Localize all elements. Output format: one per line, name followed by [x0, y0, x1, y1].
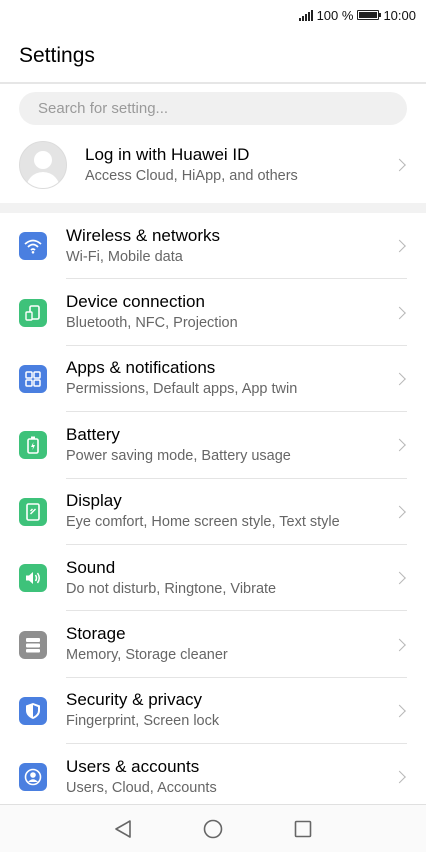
speaker-icon: [19, 564, 47, 593]
search-input[interactable]: [19, 92, 407, 125]
avatar-icon: [19, 141, 67, 189]
apps-grid-icon: [19, 364, 47, 393]
storage-icon: [19, 630, 47, 659]
settings-item-security-privacy[interactable]: Security & privacy Fingerprint, Screen l…: [0, 678, 426, 745]
settings-list: Wireless & networks Wi-Fi, Mobile data D…: [0, 213, 426, 811]
item-title: Users & accounts: [66, 757, 200, 777]
item-title: Security & privacy: [66, 690, 203, 710]
user-icon: [19, 763, 47, 792]
shield-icon: [19, 696, 47, 725]
settings-item-sound[interactable]: Sound Do not disturb, Ringtone, Vibrate: [0, 545, 426, 612]
recents-icon[interactable]: [292, 818, 314, 840]
item-title: Device connection: [66, 292, 205, 312]
chevron-right-icon: [393, 158, 406, 172]
settings-item-users-accounts[interactable]: Users & accounts Users, Cloud, Accounts: [0, 744, 426, 810]
item-title: Wireless & networks: [66, 225, 220, 245]
settings-item-storage[interactable]: Storage Memory, Storage cleaner: [0, 611, 426, 678]
display-icon: [19, 497, 47, 526]
item-title: Sound: [66, 557, 116, 577]
item-subtitle: Memory, Storage cleaner: [66, 647, 228, 664]
battery-icon: [19, 431, 47, 460]
settings-item-display[interactable]: Display Eye comfort, Home screen style, …: [0, 479, 426, 545]
search-container: [0, 84, 426, 133]
section-divider: [0, 203, 426, 213]
home-icon[interactable]: [202, 818, 224, 840]
settings-item-device-connection[interactable]: Device connection Bluetooth, NFC, Projec…: [0, 279, 426, 346]
item-title: Storage: [66, 624, 126, 644]
account-text: Log in with Huawei ID Access Cloud, HiAp…: [85, 144, 298, 186]
status-bar: 100 % 10:00: [0, 0, 426, 30]
item-subtitle: Users, Cloud, Accounts: [66, 780, 217, 797]
item-subtitle: Do not disturb, Ringtone, Vibrate: [66, 580, 277, 597]
item-title: Apps & notifications: [66, 358, 216, 378]
item-title: Battery: [66, 424, 120, 444]
account-title: Log in with Huawei ID: [85, 145, 250, 164]
signal-icon: [298, 9, 313, 21]
item-subtitle: Wi-Fi, Mobile data: [66, 248, 183, 265]
page-title: Settings: [0, 30, 426, 84]
back-icon[interactable]: [112, 818, 134, 840]
item-title: Display: [66, 491, 122, 511]
settings-item-battery[interactable]: Battery Power saving mode, Battery usage: [0, 412, 426, 479]
item-subtitle: Eye comfort, Home screen style, Text sty…: [66, 514, 340, 531]
clock: 10:00: [383, 7, 416, 23]
battery-status-icon: [357, 10, 382, 20]
item-subtitle: Power saving mode, Battery usage: [66, 447, 291, 464]
account-subtitle: Access Cloud, HiApp, and others: [85, 168, 298, 184]
wifi-icon: [19, 232, 47, 261]
settings-item-apps-notifications[interactable]: Apps & notifications Permissions, Defaul…: [0, 346, 426, 413]
settings-item-wireless-networks[interactable]: Wireless & networks Wi-Fi, Mobile data: [0, 213, 426, 280]
item-subtitle: Permissions, Default apps, App twin: [66, 381, 298, 398]
device-connection-icon: [19, 298, 47, 327]
huawei-id-login[interactable]: Log in with Huawei ID Access Cloud, HiAp…: [0, 133, 426, 197]
item-subtitle: Bluetooth, NFC, Projection: [66, 315, 238, 332]
item-subtitle: Fingerprint, Screen lock: [66, 713, 220, 730]
navigation-bar: [0, 804, 426, 852]
battery-percent: 100 %: [316, 7, 354, 23]
